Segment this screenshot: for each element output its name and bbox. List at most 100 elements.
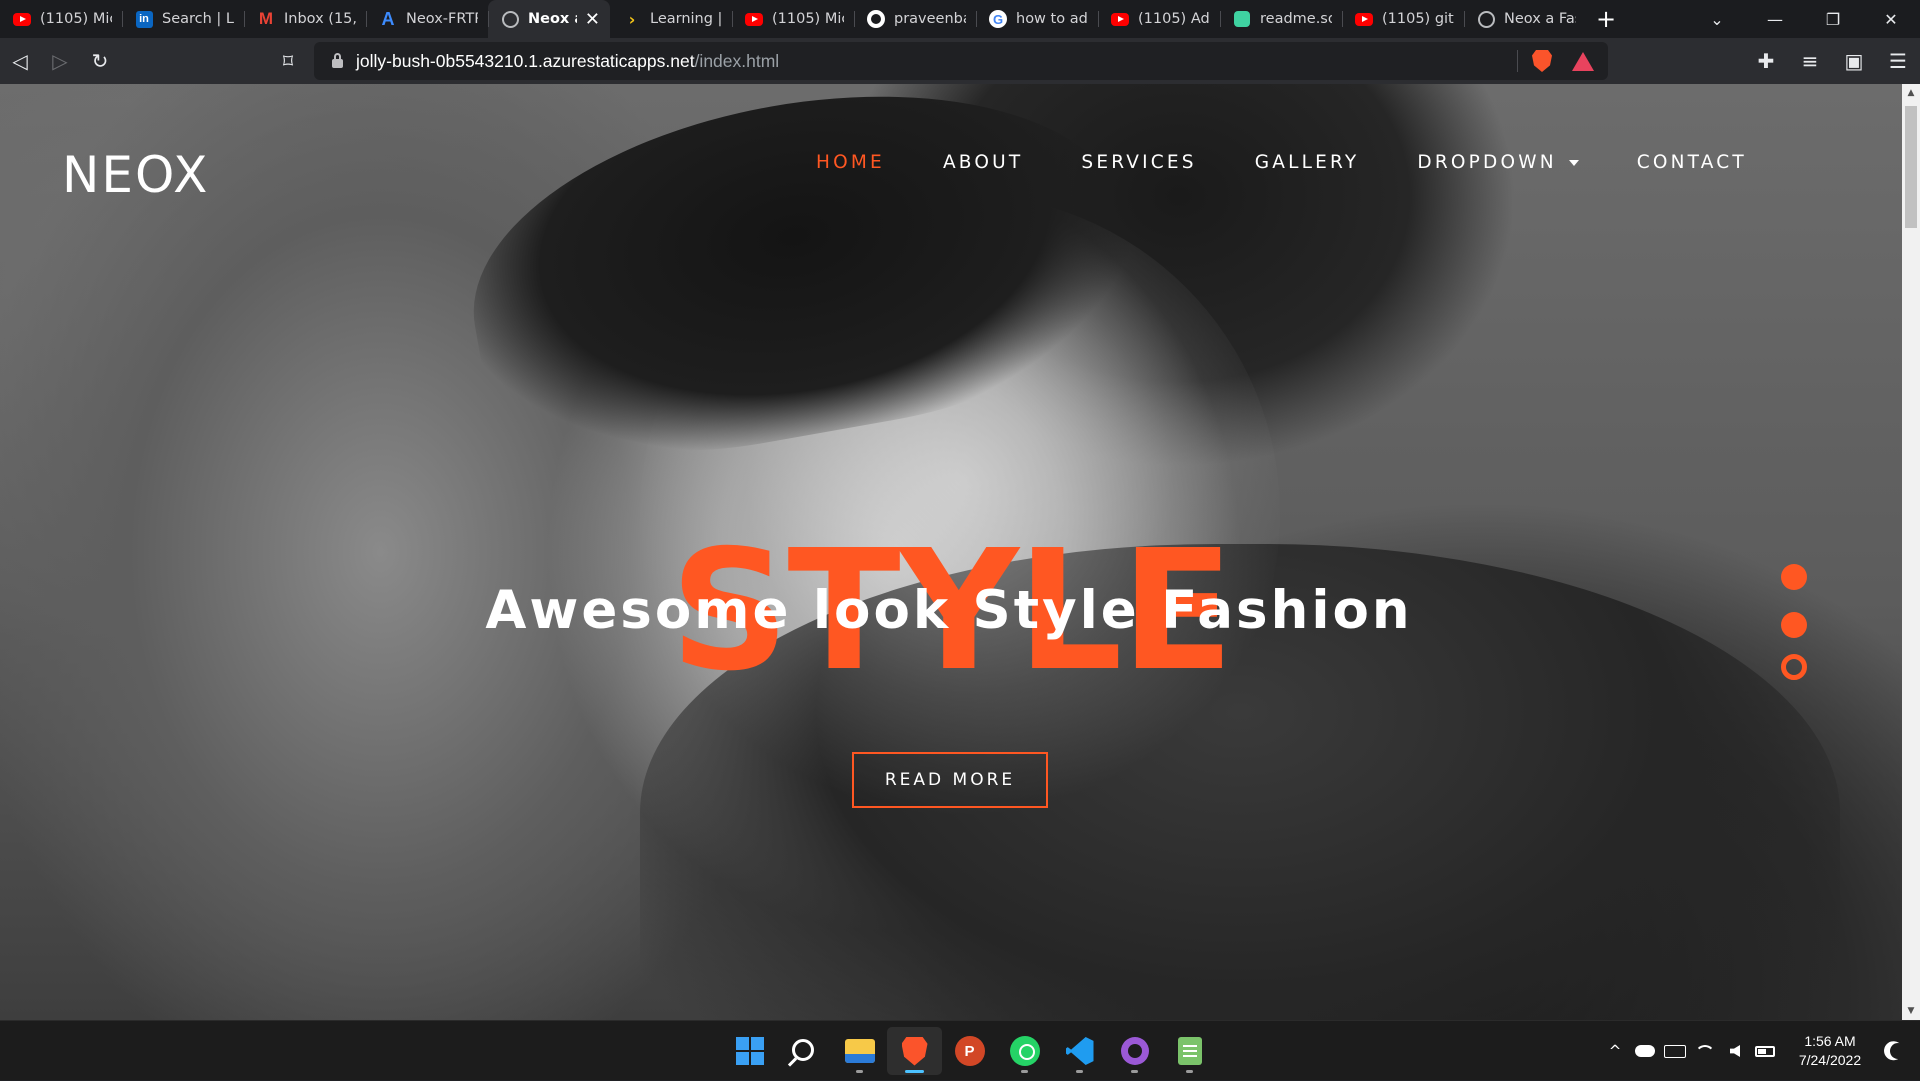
search-button[interactable] [777, 1027, 832, 1075]
forward-arrow-icon: ▷ [52, 49, 68, 73]
tab-youtube-4[interactable]: (1105) git [1342, 0, 1464, 38]
wallet-icon: ▣ [1844, 49, 1864, 73]
nav-label: CONTACT [1636, 152, 1747, 173]
nav-about[interactable]: ABOUT [943, 152, 1023, 173]
volume-icon[interactable] [1720, 1045, 1750, 1057]
nav-services[interactable]: SERVICES [1081, 152, 1196, 173]
notepad-button[interactable] [1162, 1027, 1217, 1075]
slider-dot-3-current[interactable] [1781, 654, 1807, 680]
tab-neox-active[interactable]: Neox a ✕ [488, 0, 610, 38]
onedrive-cloud-icon[interactable] [1630, 1045, 1660, 1057]
start-button[interactable] [722, 1027, 777, 1075]
focus-assist-moon-icon[interactable] [1887, 1040, 1909, 1062]
scroll-down-icon[interactable]: ▼ [1902, 1002, 1920, 1020]
readme-icon [1233, 10, 1251, 28]
page-scrollbar[interactable]: ▲ ▼ [1902, 84, 1920, 1020]
vscode-icon [1065, 1037, 1094, 1065]
reload-button[interactable]: ↻ [80, 41, 120, 81]
window-controls: ⌄ — ❐ ✕ [1688, 0, 1920, 38]
bookmark-button[interactable]: ⌑ [268, 41, 308, 81]
tab-title: Inbox (15,9 [284, 11, 356, 27]
tab-linkedin[interactable]: in Search | Lin [122, 0, 244, 38]
battery-icon[interactable] [1750, 1045, 1780, 1057]
nav-label: HOME [816, 152, 885, 173]
plus-icon: + [1595, 5, 1617, 33]
brave-browser-button[interactable] [887, 1027, 942, 1075]
scroll-up-icon[interactable]: ▲ [1902, 84, 1920, 102]
clock-time: 1:56 AM [1804, 1033, 1856, 1049]
nav-home[interactable]: HOME [816, 152, 885, 173]
file-explorer-button[interactable] [832, 1027, 887, 1075]
site-logo[interactable]: NEOX [62, 146, 209, 204]
linkedin-icon: in [135, 10, 153, 28]
tab-azure[interactable]: A Neox-FRTP [366, 0, 488, 38]
tab-title: (1105) Add [1138, 11, 1210, 27]
tab-learning[interactable]: › Learning | F [610, 0, 732, 38]
close-icon[interactable]: ✕ [585, 9, 600, 30]
clock-date: 7/24/2022 [1798, 1052, 1862, 1068]
slider-dot-1[interactable] [1781, 564, 1807, 590]
extensions-button[interactable]: ✚ [1744, 41, 1788, 81]
keyboard-icon[interactable] [1660, 1044, 1690, 1058]
tab-youtube-3[interactable]: (1105) Add [1098, 0, 1220, 38]
back-arrow-icon: ◁ [12, 49, 28, 73]
nav-contact[interactable]: CONTACT [1637, 152, 1747, 173]
tab-title: Neox-FRTP [406, 11, 478, 27]
tab-search-chevron-icon[interactable]: ⌄ [1688, 10, 1746, 29]
bookmark-icon: ⌑ [282, 49, 294, 73]
browser-toolbar: ◁ ▷ ↻ ⌑ jolly-bush-0b5543210.1.azurestat… [0, 38, 1920, 84]
tab-youtube-2[interactable]: (1105) Micr [732, 0, 854, 38]
tab-neox-2[interactable]: Neox a Fas [1464, 0, 1586, 38]
tab-title: readme.so [1260, 11, 1332, 27]
url-host: jolly-bush-0b5543210.1.azurestaticapps.n… [356, 50, 695, 71]
nav-label: ABOUT [942, 152, 1024, 173]
lock-icon[interactable] [332, 52, 343, 68]
brave-shields-icon[interactable] [1532, 50, 1552, 72]
browser-tab-strip: (1105) Micr in Search | Lin M Inbox (15,… [0, 0, 1920, 38]
tab-github[interactable]: praveenbal [854, 0, 976, 38]
new-tab-button[interactable]: + [1586, 0, 1626, 38]
azure-icon: A [381, 8, 395, 29]
youtube-icon [1355, 10, 1373, 28]
address-bar-actions [1517, 42, 1608, 80]
vscode-button[interactable] [1052, 1027, 1107, 1075]
scroll-thumb[interactable] [1905, 106, 1917, 228]
github-desktop-button[interactable] [1107, 1027, 1162, 1075]
powerpoint-icon: P [954, 1036, 985, 1066]
forward-button[interactable]: ▷ [40, 41, 80, 81]
puzzle-icon: ✚ [1757, 49, 1775, 73]
tab-title: (1105) Micr [772, 11, 844, 27]
brave-rewards-icon[interactable] [1572, 51, 1594, 71]
read-more-button[interactable]: READ MORE [852, 752, 1048, 808]
tab-title: (1105) git [1382, 11, 1454, 27]
whatsapp-icon [1009, 1036, 1040, 1066]
window-close-icon[interactable]: ✕ [1862, 10, 1920, 29]
powerpoint-button[interactable]: P [942, 1027, 997, 1075]
back-button[interactable]: ◁ [0, 41, 40, 81]
menu-button[interactable]: ☰ [1876, 41, 1920, 81]
restore-icon[interactable]: ❐ [1804, 10, 1862, 29]
tab-youtube-1[interactable]: (1105) Micr [0, 0, 122, 38]
address-bar[interactable]: jolly-bush-0b5543210.1.azurestaticapps.n… [314, 42, 1608, 80]
slider-dot-2[interactable] [1781, 612, 1807, 638]
toolbar-right: ✚ ≡ ▣ ☰ [1744, 41, 1920, 81]
show-hidden-icons-chevron-icon[interactable]: ^ [1600, 1042, 1630, 1060]
wallet-button[interactable]: ▣ [1832, 41, 1876, 81]
taskbar-clock[interactable]: 1:56 AM 7/24/2022 [1784, 1032, 1876, 1070]
playlist-button[interactable]: ≡ [1788, 41, 1832, 81]
nav-dropdown[interactable]: DROPDOWN [1417, 152, 1579, 173]
nav-gallery[interactable]: GALLERY [1255, 152, 1360, 173]
taskbar: P ^ 1:56 AM 7/24/2022 [0, 1020, 1920, 1080]
google-icon: G [989, 10, 1007, 28]
gmail-icon: M [258, 9, 274, 28]
tab-gmail[interactable]: M Inbox (15,9 [244, 0, 366, 38]
tab-readme[interactable]: readme.so [1220, 0, 1342, 38]
url-path: /index.html [694, 50, 780, 71]
globe-icon [501, 10, 519, 28]
reload-icon: ↻ [91, 49, 109, 73]
whatsapp-button[interactable] [997, 1027, 1052, 1075]
globe-icon [1477, 10, 1495, 28]
wifi-icon[interactable] [1690, 1045, 1720, 1057]
minimize-icon[interactable]: — [1746, 10, 1804, 29]
tab-google[interactable]: G how to add [976, 0, 1098, 38]
